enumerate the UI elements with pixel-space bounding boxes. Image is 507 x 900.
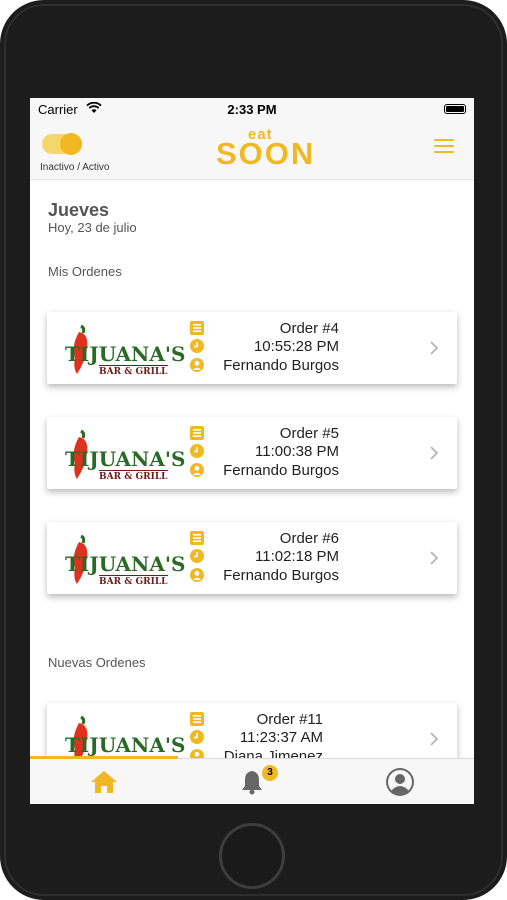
orders-content[interactable]: Jueves Hoy, 23 de julio Mis Ordenes TIJU… xyxy=(30,180,474,758)
restaurant-name: TIJUANA'S xyxy=(65,552,186,576)
day-heading: Jueves xyxy=(48,200,110,220)
order-card[interactable]: TIJUANA'S BAR & GRILL Order #4 10:55:28 … xyxy=(47,312,457,384)
order-customer: Diana Jimenez xyxy=(223,748,323,758)
order-number: Order #5 xyxy=(279,425,339,442)
status-time: 2:33 PM xyxy=(227,102,277,117)
order-time: 11:23:37 AM xyxy=(239,729,323,746)
nav-bar: Inactivo / Activo eat SOON xyxy=(30,120,474,180)
order-customer: Fernando Burgos xyxy=(223,462,339,479)
section-my-orders: Mis Ordenes xyxy=(48,264,122,279)
chevron-right-icon xyxy=(430,732,439,746)
clock-icon xyxy=(190,730,204,744)
bell-icon xyxy=(242,771,262,795)
user-icon xyxy=(190,568,204,582)
order-list-icon xyxy=(190,426,204,440)
house-icon xyxy=(91,771,117,793)
order-customer: Fernando Burgos xyxy=(223,357,339,374)
restaurant-logo: TIJUANA'S BAR & GRILL xyxy=(63,322,185,378)
battery-icon xyxy=(444,104,466,114)
home-button[interactable] xyxy=(219,823,285,889)
clock-icon xyxy=(190,444,204,458)
order-list-icon xyxy=(190,321,204,335)
tab-profile[interactable] xyxy=(326,759,474,804)
order-number: Order #6 xyxy=(279,530,339,547)
clock-icon xyxy=(190,339,204,353)
date-subheading: Hoy, 23 de julio xyxy=(48,220,137,235)
order-card[interactable]: TIJUANA'S BAR & GRILL Order #6 11:02:18 … xyxy=(47,522,457,594)
order-card[interactable]: TIJUANA'S BAR & GRILL Order #5 11:00:38 … xyxy=(47,417,457,489)
order-time: 11:02:18 PM xyxy=(255,548,339,565)
status-bar: Carrier 2:33 PM xyxy=(30,98,474,120)
order-time: 10:55:28 PM xyxy=(253,338,339,355)
tab-home[interactable] xyxy=(30,759,178,804)
section-new-orders: Nuevas Ordenes xyxy=(48,655,146,670)
restaurant-sub: BAR & GRILL xyxy=(99,470,168,482)
toggle-knob xyxy=(60,133,82,155)
tab-bar: 3 xyxy=(30,756,474,804)
restaurant-name: TIJUANA'S xyxy=(65,342,186,366)
user-icon xyxy=(386,768,414,796)
order-list-icon xyxy=(190,712,204,726)
restaurant-name: TIJUANA'S xyxy=(65,447,186,471)
app-logo: eat SOON xyxy=(216,126,326,172)
restaurant-logo: TIJUANA'S BAR & GRILL xyxy=(63,713,185,758)
restaurant-name: TIJUANA'S xyxy=(65,733,186,757)
order-customer: Fernando Burgos xyxy=(223,567,339,584)
user-icon xyxy=(190,749,204,758)
order-time: 11:00:38 PM xyxy=(255,443,339,460)
restaurant-logo: TIJUANA'S BAR & GRILL xyxy=(63,427,185,483)
order-card[interactable]: TIJUANA'S BAR & GRILL Order #11 11:23:37… xyxy=(47,703,457,758)
notifications-badge: 3 xyxy=(262,765,278,781)
phone-frame: Carrier 2:33 PM Inactivo / Activo eat SO… xyxy=(0,0,507,900)
active-toggle[interactable] xyxy=(42,133,82,155)
restaurant-sub: BAR & GRILL xyxy=(99,365,168,377)
hamburger-menu-icon[interactable] xyxy=(434,139,454,153)
order-number: Order #4 xyxy=(279,320,339,337)
user-icon xyxy=(190,463,204,477)
chevron-right-icon xyxy=(430,446,439,460)
app-screen: Carrier 2:33 PM Inactivo / Activo eat SO… xyxy=(30,98,474,804)
user-icon xyxy=(190,358,204,372)
tab-notifications[interactable]: 3 xyxy=(178,759,326,804)
logo-soon-text: SOON xyxy=(216,136,316,171)
chevron-right-icon xyxy=(430,551,439,565)
restaurant-sub: BAR & GRILL xyxy=(99,575,168,587)
order-number: Order #11 xyxy=(256,711,323,728)
restaurant-logo: TIJUANA'S BAR & GRILL xyxy=(63,532,185,588)
chevron-right-icon xyxy=(430,341,439,355)
order-list-icon xyxy=(190,531,204,545)
clock-icon xyxy=(190,549,204,563)
toggle-label: Inactivo / Activo xyxy=(40,162,110,173)
